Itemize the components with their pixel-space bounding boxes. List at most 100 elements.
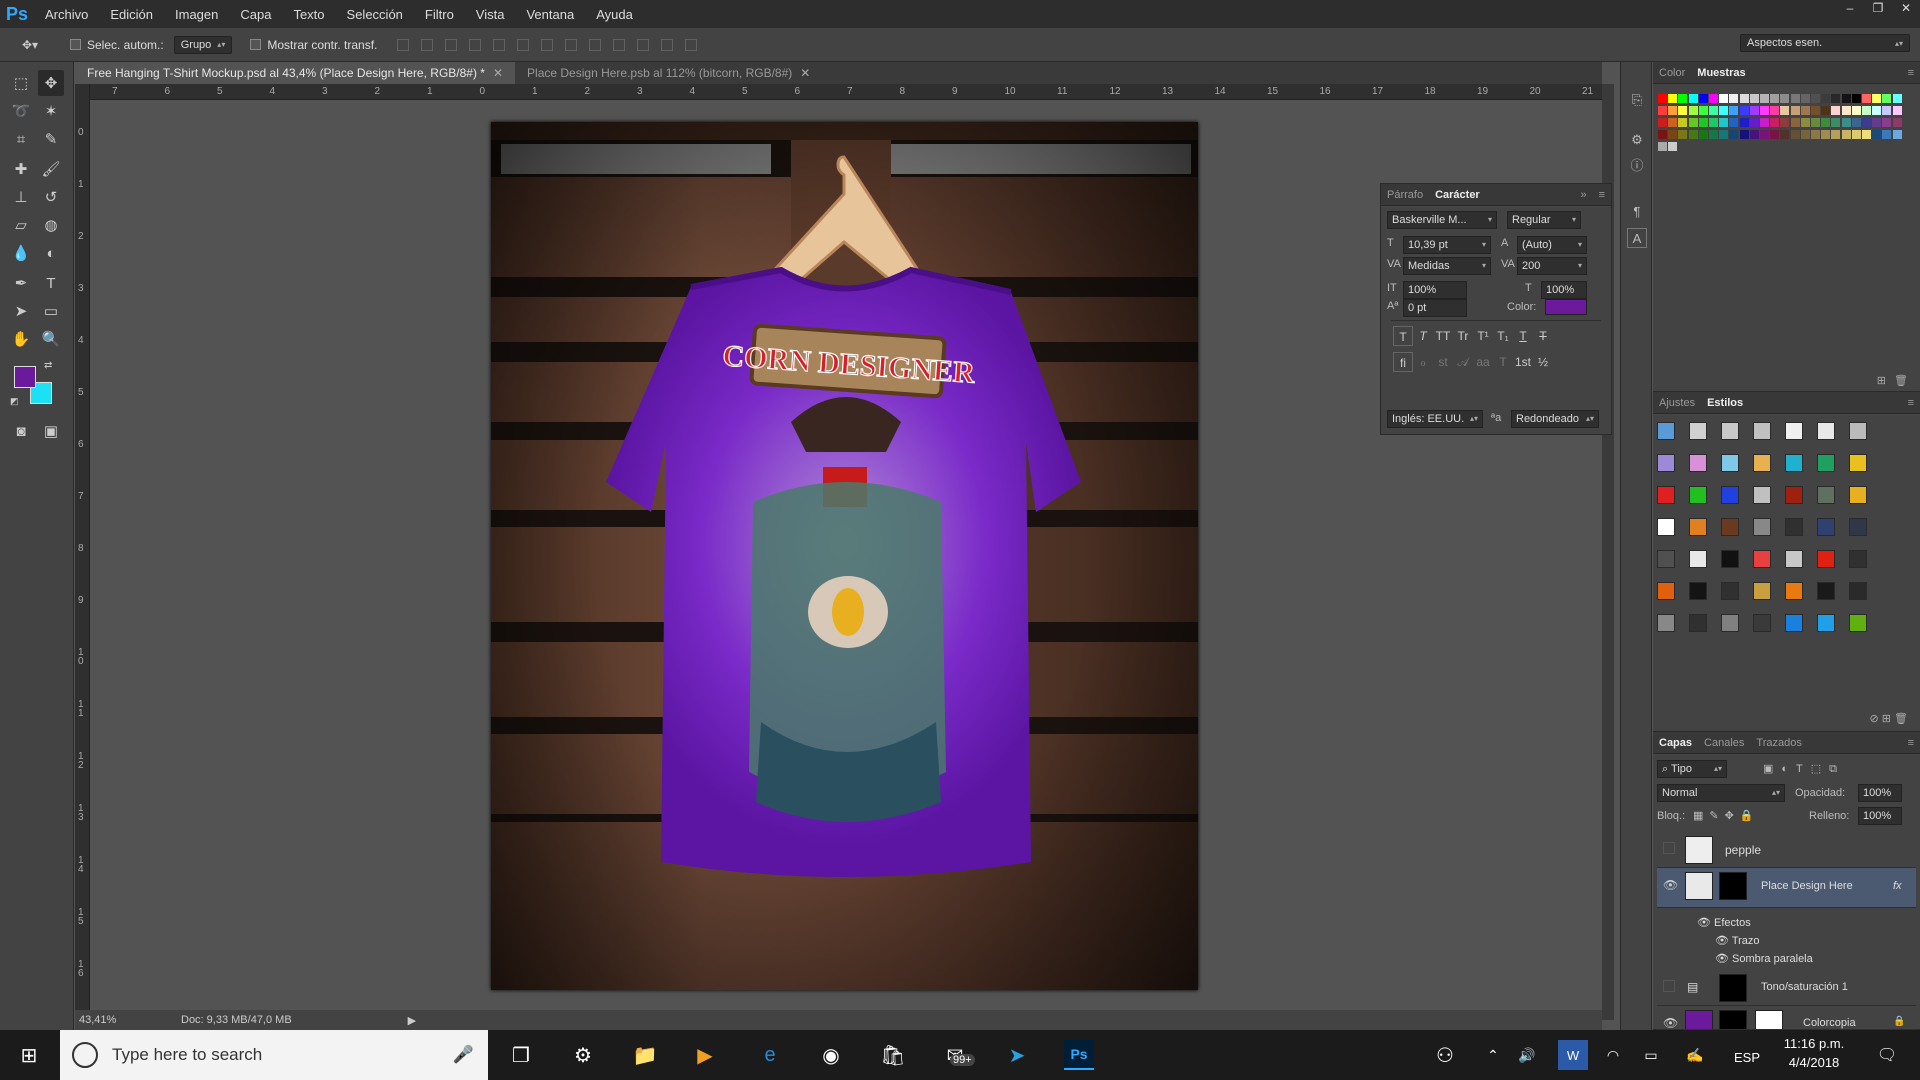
color-swatch[interactable] xyxy=(1800,118,1810,127)
info-panel-icon[interactable]: ⓘ xyxy=(1627,156,1647,176)
healing-brush-tool-icon[interactable]: ✚ xyxy=(8,156,34,182)
color-swatch[interactable] xyxy=(1882,106,1892,115)
color-swatch[interactable] xyxy=(1668,130,1678,139)
color-swatch[interactable] xyxy=(1841,94,1851,103)
align-vcenter-icon[interactable] xyxy=(421,38,434,51)
titling-alternates-button[interactable]: T xyxy=(1493,352,1513,372)
color-swatch[interactable] xyxy=(1739,94,1749,103)
eye-icon[interactable]: 👁 xyxy=(1715,953,1732,965)
panel-menu-icon[interactable]: ≡ xyxy=(1902,737,1920,749)
vertical-scale-input[interactable]: 100% xyxy=(1403,281,1467,299)
visibility-toggle[interactable] xyxy=(1663,980,1675,992)
style-preset[interactable] xyxy=(1657,486,1675,504)
restore-button[interactable]: ❐ xyxy=(1864,0,1892,18)
document-canvas[interactable]: CORN DESIGNER xyxy=(491,122,1198,990)
color-swatch[interactable] xyxy=(1678,118,1688,127)
color-swatch[interactable] xyxy=(1872,118,1882,127)
tray-chevron-icon[interactable]: ⌃ xyxy=(1478,1040,1508,1070)
move-tool-icon[interactable]: ✥ xyxy=(38,70,64,96)
style-preset[interactable] xyxy=(1849,582,1867,600)
swash-button[interactable]: 𝒜 xyxy=(1453,352,1473,372)
character-panel-icon[interactable]: A xyxy=(1627,228,1647,248)
photoshop-taskbar-icon[interactable]: Ps xyxy=(1064,1040,1094,1070)
style-preset[interactable] xyxy=(1657,454,1675,472)
color-swatch[interactable] xyxy=(1831,118,1841,127)
fill-input[interactable]: 100% xyxy=(1858,807,1902,825)
style-preset[interactable] xyxy=(1753,422,1771,440)
align-left-icon[interactable] xyxy=(469,38,482,51)
color-swatch[interactable] xyxy=(1780,118,1790,127)
show-transform-checkbox[interactable] xyxy=(250,39,262,50)
menu-imagen[interactable]: Imagen xyxy=(164,7,229,22)
small-caps-button[interactable]: Tr xyxy=(1453,326,1473,346)
menu-texto[interactable]: Texto xyxy=(282,7,335,22)
style-preset[interactable] xyxy=(1689,422,1707,440)
color-swatch[interactable] xyxy=(1780,106,1790,115)
panel-menu-icon[interactable]: ≡ xyxy=(1902,397,1920,409)
align-right-icon[interactable] xyxy=(517,38,530,51)
color-swatch[interactable] xyxy=(1688,130,1698,139)
style-preset[interactable] xyxy=(1721,550,1739,568)
menu-ventana[interactable]: Ventana xyxy=(515,7,585,22)
history-brush-tool-icon[interactable]: ↺ xyxy=(38,184,64,210)
style-preset[interactable] xyxy=(1689,582,1707,600)
color-swatch[interactable] xyxy=(1739,130,1749,139)
color-swatch[interactable] xyxy=(1688,106,1698,115)
magic-wand-tool-icon[interactable]: ✶ xyxy=(38,98,64,124)
quick-mask-icon[interactable]: ◙ xyxy=(8,418,34,444)
auto-align-icon[interactable] xyxy=(685,38,698,51)
underline-button[interactable]: T xyxy=(1513,326,1533,346)
styles-grid[interactable] xyxy=(1657,422,1907,682)
panel-menu-icon[interactable]: ≡ xyxy=(1593,189,1611,201)
color-swatch[interactable] xyxy=(1658,130,1667,139)
color-swatch[interactable] xyxy=(1811,106,1820,115)
swatch-grid[interactable] xyxy=(1658,94,1903,194)
color-swatch[interactable] xyxy=(1729,106,1739,115)
style-preset[interactable] xyxy=(1849,518,1867,536)
swap-colors-icon[interactable]: ⇄ xyxy=(44,360,52,371)
color-swatch[interactable] xyxy=(1831,106,1841,115)
blur-tool-icon[interactable]: 💧 xyxy=(8,240,34,266)
menu-seleccion[interactable]: Selección xyxy=(336,7,414,22)
faux-italic-button[interactable]: T xyxy=(1413,326,1433,346)
task-view-icon[interactable]: ❐ xyxy=(506,1040,536,1070)
style-preset[interactable] xyxy=(1657,582,1675,600)
layer-filter-icons[interactable]: ▣◐T⬚⧉ xyxy=(1763,762,1845,776)
style-preset[interactable] xyxy=(1721,582,1739,600)
rectangle-tool-icon[interactable]: ▭ xyxy=(38,298,64,324)
discretionary-ligatures-button[interactable]: ℴ xyxy=(1413,352,1433,372)
distribute-bottom-icon[interactable] xyxy=(589,38,602,51)
distribute-hcenter-icon[interactable] xyxy=(637,38,650,51)
file-explorer-icon[interactable]: 📁 xyxy=(630,1040,660,1070)
color-swatch[interactable] xyxy=(1882,118,1892,127)
color-swatch[interactable] xyxy=(1709,94,1718,103)
wifi-icon[interactable]: ◠ xyxy=(1598,1040,1628,1070)
color-swatch[interactable] xyxy=(1790,94,1800,103)
color-swatch[interactable] xyxy=(1821,130,1831,139)
eye-icon[interactable]: 👁 xyxy=(1663,1016,1678,1029)
color-swatch[interactable] xyxy=(1719,130,1729,139)
workspace-dropdown[interactable]: Aspectos esen. ▴▾ xyxy=(1740,34,1910,52)
pen-workspace-icon[interactable]: ✍ xyxy=(1680,1040,1710,1070)
style-preset[interactable] xyxy=(1849,486,1867,504)
style-actions-icons[interactable]: ⊘ ⊞ 🗑 xyxy=(1869,712,1908,725)
color-swatch[interactable] xyxy=(1862,118,1871,127)
path-selection-tool-icon[interactable]: ➤ xyxy=(8,298,34,324)
pen-tool-icon[interactable]: ✒ xyxy=(8,270,34,296)
zoom-level[interactable]: 43,41% xyxy=(79,1014,125,1026)
style-preset[interactable] xyxy=(1785,550,1803,568)
people-icon[interactable]: ⚇ xyxy=(1430,1040,1460,1070)
auto-select-checkbox[interactable] xyxy=(70,39,81,50)
color-swatch[interactable] xyxy=(1821,106,1831,115)
tracking-input[interactable]: 200 ▾ xyxy=(1517,257,1587,275)
menu-filtro[interactable]: Filtro xyxy=(414,7,465,22)
color-swatch[interactable] xyxy=(1841,118,1851,127)
effects-group[interactable]: 👁 Efectos xyxy=(1697,916,1751,929)
style-preset[interactable] xyxy=(1849,614,1867,632)
tab-channels[interactable]: Canales xyxy=(1698,737,1750,749)
style-preset[interactable] xyxy=(1721,454,1739,472)
color-swatch[interactable] xyxy=(1698,130,1708,139)
kerning-select[interactable]: Medidas ▾ xyxy=(1403,257,1491,275)
menu-ayuda[interactable]: Ayuda xyxy=(585,7,644,22)
color-swatch[interactable] xyxy=(1841,106,1851,115)
